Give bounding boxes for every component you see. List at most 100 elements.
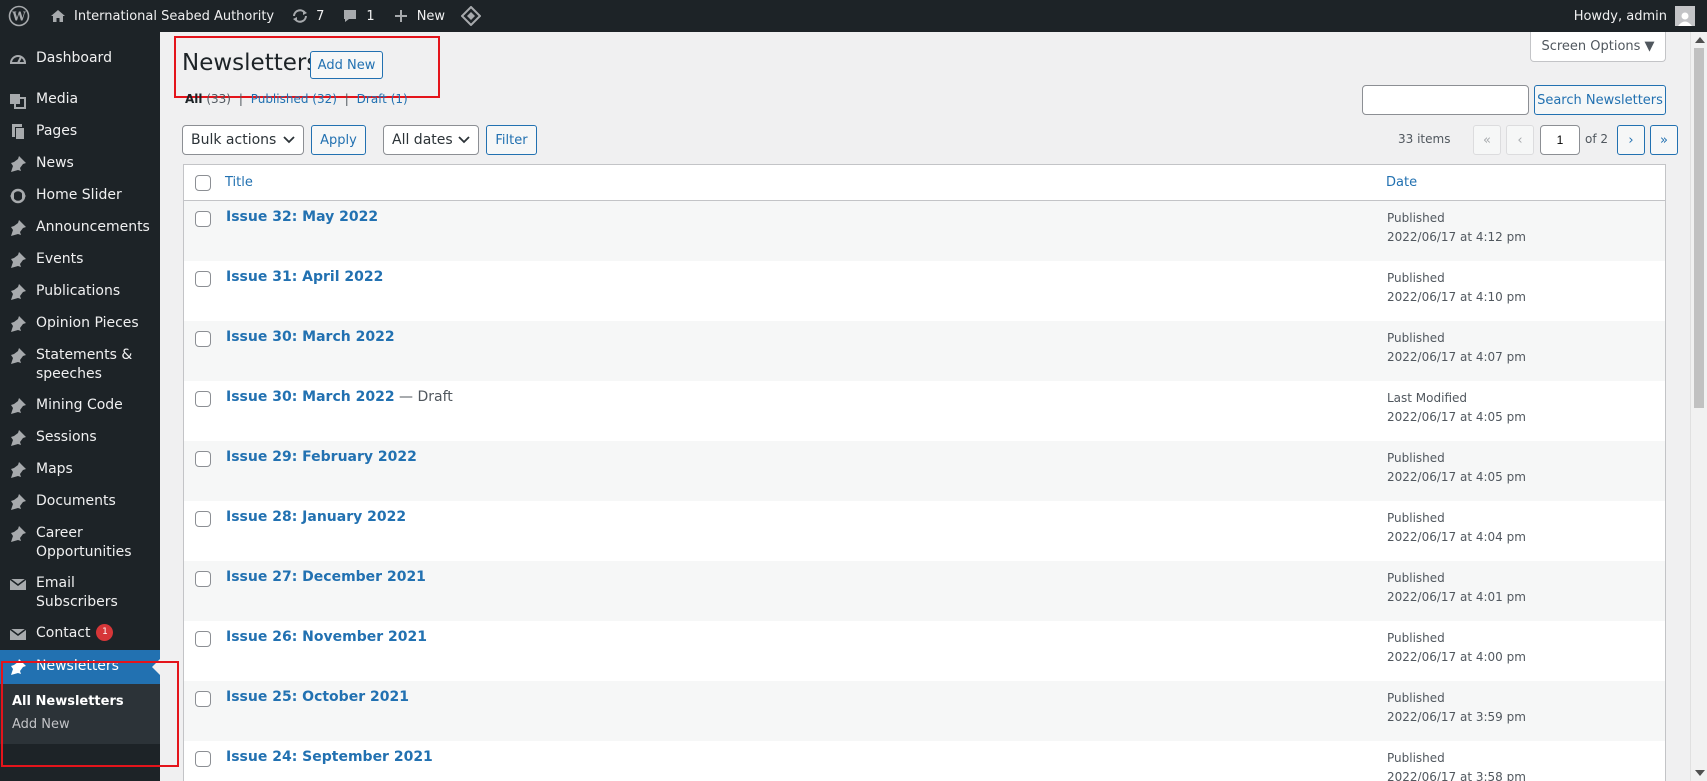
apply-button[interactable]: Apply xyxy=(311,125,366,155)
pin-icon xyxy=(8,492,28,512)
filter-button[interactable]: Filter xyxy=(486,125,537,155)
admin-bar: W International Seabed Authority 7 1 New… xyxy=(0,0,1707,32)
sidebar-item-announcements[interactable]: Announcements xyxy=(0,212,160,244)
row-date: Published 2022/06/17 at 4:12 pm xyxy=(1387,209,1526,247)
row-title-link[interactable]: Issue 30: March 2022 xyxy=(226,329,395,345)
sidebar-item-statements-speeches[interactable]: Statements & speeches xyxy=(0,340,160,390)
updates-link[interactable]: 7 xyxy=(282,0,332,32)
last-page-button[interactable]: » xyxy=(1650,125,1678,155)
row-title-link[interactable]: Issue 29: February 2022 xyxy=(226,449,417,465)
row-checkbox[interactable] xyxy=(195,391,211,407)
row-checkbox[interactable] xyxy=(195,511,211,527)
select-all-checkbox[interactable] xyxy=(195,174,211,191)
row-title-link[interactable]: Issue 28: January 2022 xyxy=(226,509,406,525)
sidebar-item-media[interactable]: Media xyxy=(0,84,160,116)
sidebar-item-dashboard[interactable]: Dashboard xyxy=(0,32,160,84)
row-title-link[interactable]: Issue 27: December 2021 xyxy=(226,569,426,585)
search-button-label: Search Newsletters xyxy=(1537,92,1663,108)
scroll-down-arrow[interactable] xyxy=(1695,770,1705,776)
pin-icon xyxy=(8,346,28,366)
sidebar-item-label: Statements & speeches xyxy=(36,347,133,382)
dates-value: All dates xyxy=(392,132,453,148)
row-status: Published xyxy=(1387,211,1445,225)
screen-options-button[interactable]: Screen Options ▼ xyxy=(1530,32,1666,62)
comments-link[interactable]: 1 xyxy=(332,0,382,32)
sidebar-item-events[interactable]: Events xyxy=(0,244,160,276)
row-title-link[interactable]: Issue 25: October 2021 xyxy=(226,689,409,705)
sidebar-item-home-slider[interactable]: Home Slider xyxy=(0,180,160,212)
row-date: Published 2022/06/17 at 4:07 pm xyxy=(1387,329,1526,367)
sidebar-item-maps[interactable]: Maps xyxy=(0,454,160,486)
row-checkbox[interactable] xyxy=(195,631,211,647)
sidebar-item-label: Mining Code xyxy=(36,397,123,413)
items-count: 33 items xyxy=(1398,132,1451,146)
plugin-diamond-link[interactable] xyxy=(453,0,495,32)
search-newsletters-button[interactable]: Search Newsletters xyxy=(1534,85,1666,115)
sidebar-item-career-opportunities[interactable]: Career Opportunities xyxy=(0,518,160,568)
row-datetime: 2022/06/17 at 4:00 pm xyxy=(1387,650,1526,664)
row-checkbox[interactable] xyxy=(195,751,211,767)
row-title-link[interactable]: Issue 31: April 2022 xyxy=(226,269,383,285)
page-scrollbar[interactable] xyxy=(1690,32,1707,781)
slider-icon xyxy=(8,186,28,206)
pin-icon xyxy=(8,396,28,416)
scroll-up-arrow[interactable] xyxy=(1695,37,1705,43)
sidebar-item-news[interactable]: News xyxy=(0,148,160,180)
row-status: Published xyxy=(1387,631,1445,645)
date-column-header[interactable]: Date xyxy=(1386,175,1417,190)
sidebar-item-pages[interactable]: Pages xyxy=(0,116,160,148)
sidebar-item-email-subscribers[interactable]: Email Subscribers xyxy=(0,568,160,618)
row-checkbox[interactable] xyxy=(195,571,211,587)
sidebar-item-documents[interactable]: Documents xyxy=(0,486,160,518)
row-date: Published 2022/06/17 at 3:59 pm xyxy=(1387,689,1526,727)
row-date: Last Modified 2022/06/17 at 4:05 pm xyxy=(1387,389,1526,427)
svg-text:W: W xyxy=(11,10,26,24)
row-checkbox[interactable] xyxy=(195,331,211,347)
filter-draft[interactable]: Draft (1) xyxy=(357,92,408,106)
row-title: Issue 30: March 2022 — Draft xyxy=(226,389,453,405)
filter-published[interactable]: Published (32) xyxy=(251,92,337,106)
sidebar-item-label: Media xyxy=(36,91,79,107)
site-name: International Seabed Authority xyxy=(74,8,275,24)
scroll-thumb[interactable] xyxy=(1694,48,1704,408)
new-content-link[interactable]: New xyxy=(383,0,453,32)
row-checkbox[interactable] xyxy=(195,271,211,287)
row-status: Published xyxy=(1387,331,1445,345)
first-page-button: « xyxy=(1473,125,1501,155)
row-date: Published 2022/06/17 at 4:00 pm xyxy=(1387,629,1526,667)
row-title-link[interactable]: Issue 30: March 2022 xyxy=(226,389,395,405)
search-input[interactable] xyxy=(1362,85,1529,115)
sidebar-item-label: Events xyxy=(36,251,84,267)
bulk-actions-select[interactable]: Bulk actions xyxy=(182,125,304,155)
row-title-link[interactable]: Issue 32: May 2022 xyxy=(226,209,378,225)
dates-select[interactable]: All dates xyxy=(383,125,479,155)
filter-separator: | xyxy=(238,92,243,106)
row-datetime: 2022/06/17 at 4:12 pm xyxy=(1387,230,1526,244)
newsletters-table: Title Date Issue 32: May 2022 Published 20… xyxy=(183,164,1666,781)
sidebar-item-label: Documents xyxy=(36,493,116,509)
site-name-link[interactable]: International Seabed Authority xyxy=(38,0,282,32)
sidebar-item-mining-code[interactable]: Mining Code xyxy=(0,390,160,422)
my-account-link[interactable]: Howdy, admin xyxy=(1566,0,1707,32)
row-title-link[interactable]: Issue 24: September 2021 xyxy=(226,749,433,765)
table-row: Issue 28: January 2022 Published 2022/06/1… xyxy=(184,501,1665,561)
mail-icon xyxy=(8,574,28,594)
filter-all-label: All xyxy=(185,92,203,106)
sidebar-item-opinion-pieces[interactable]: Opinion Pieces xyxy=(0,308,160,340)
title-column-header[interactable]: Title xyxy=(225,175,253,190)
sidebar-item-sessions[interactable]: Sessions xyxy=(0,422,160,454)
sidebar-item-contact[interactable]: Contact 1 xyxy=(0,618,160,650)
row-checkbox[interactable] xyxy=(195,451,211,467)
current-page-input[interactable] xyxy=(1540,125,1580,155)
first-page-label: « xyxy=(1483,132,1491,148)
filter-all[interactable]: All (33) xyxy=(185,92,231,106)
row-checkbox[interactable] xyxy=(195,691,211,707)
add-new-button[interactable]: Add New xyxy=(310,51,383,79)
row-title-link[interactable]: Issue 26: November 2021 xyxy=(226,629,427,645)
row-checkbox[interactable] xyxy=(195,211,211,227)
next-page-button[interactable]: › xyxy=(1617,125,1645,155)
sidebar-item-publications[interactable]: Publications xyxy=(0,276,160,308)
row-datetime: 2022/06/17 at 4:05 pm xyxy=(1387,410,1526,424)
sidebar-item-label: Publications xyxy=(36,283,121,299)
wordpress-logo[interactable]: W xyxy=(0,0,38,32)
